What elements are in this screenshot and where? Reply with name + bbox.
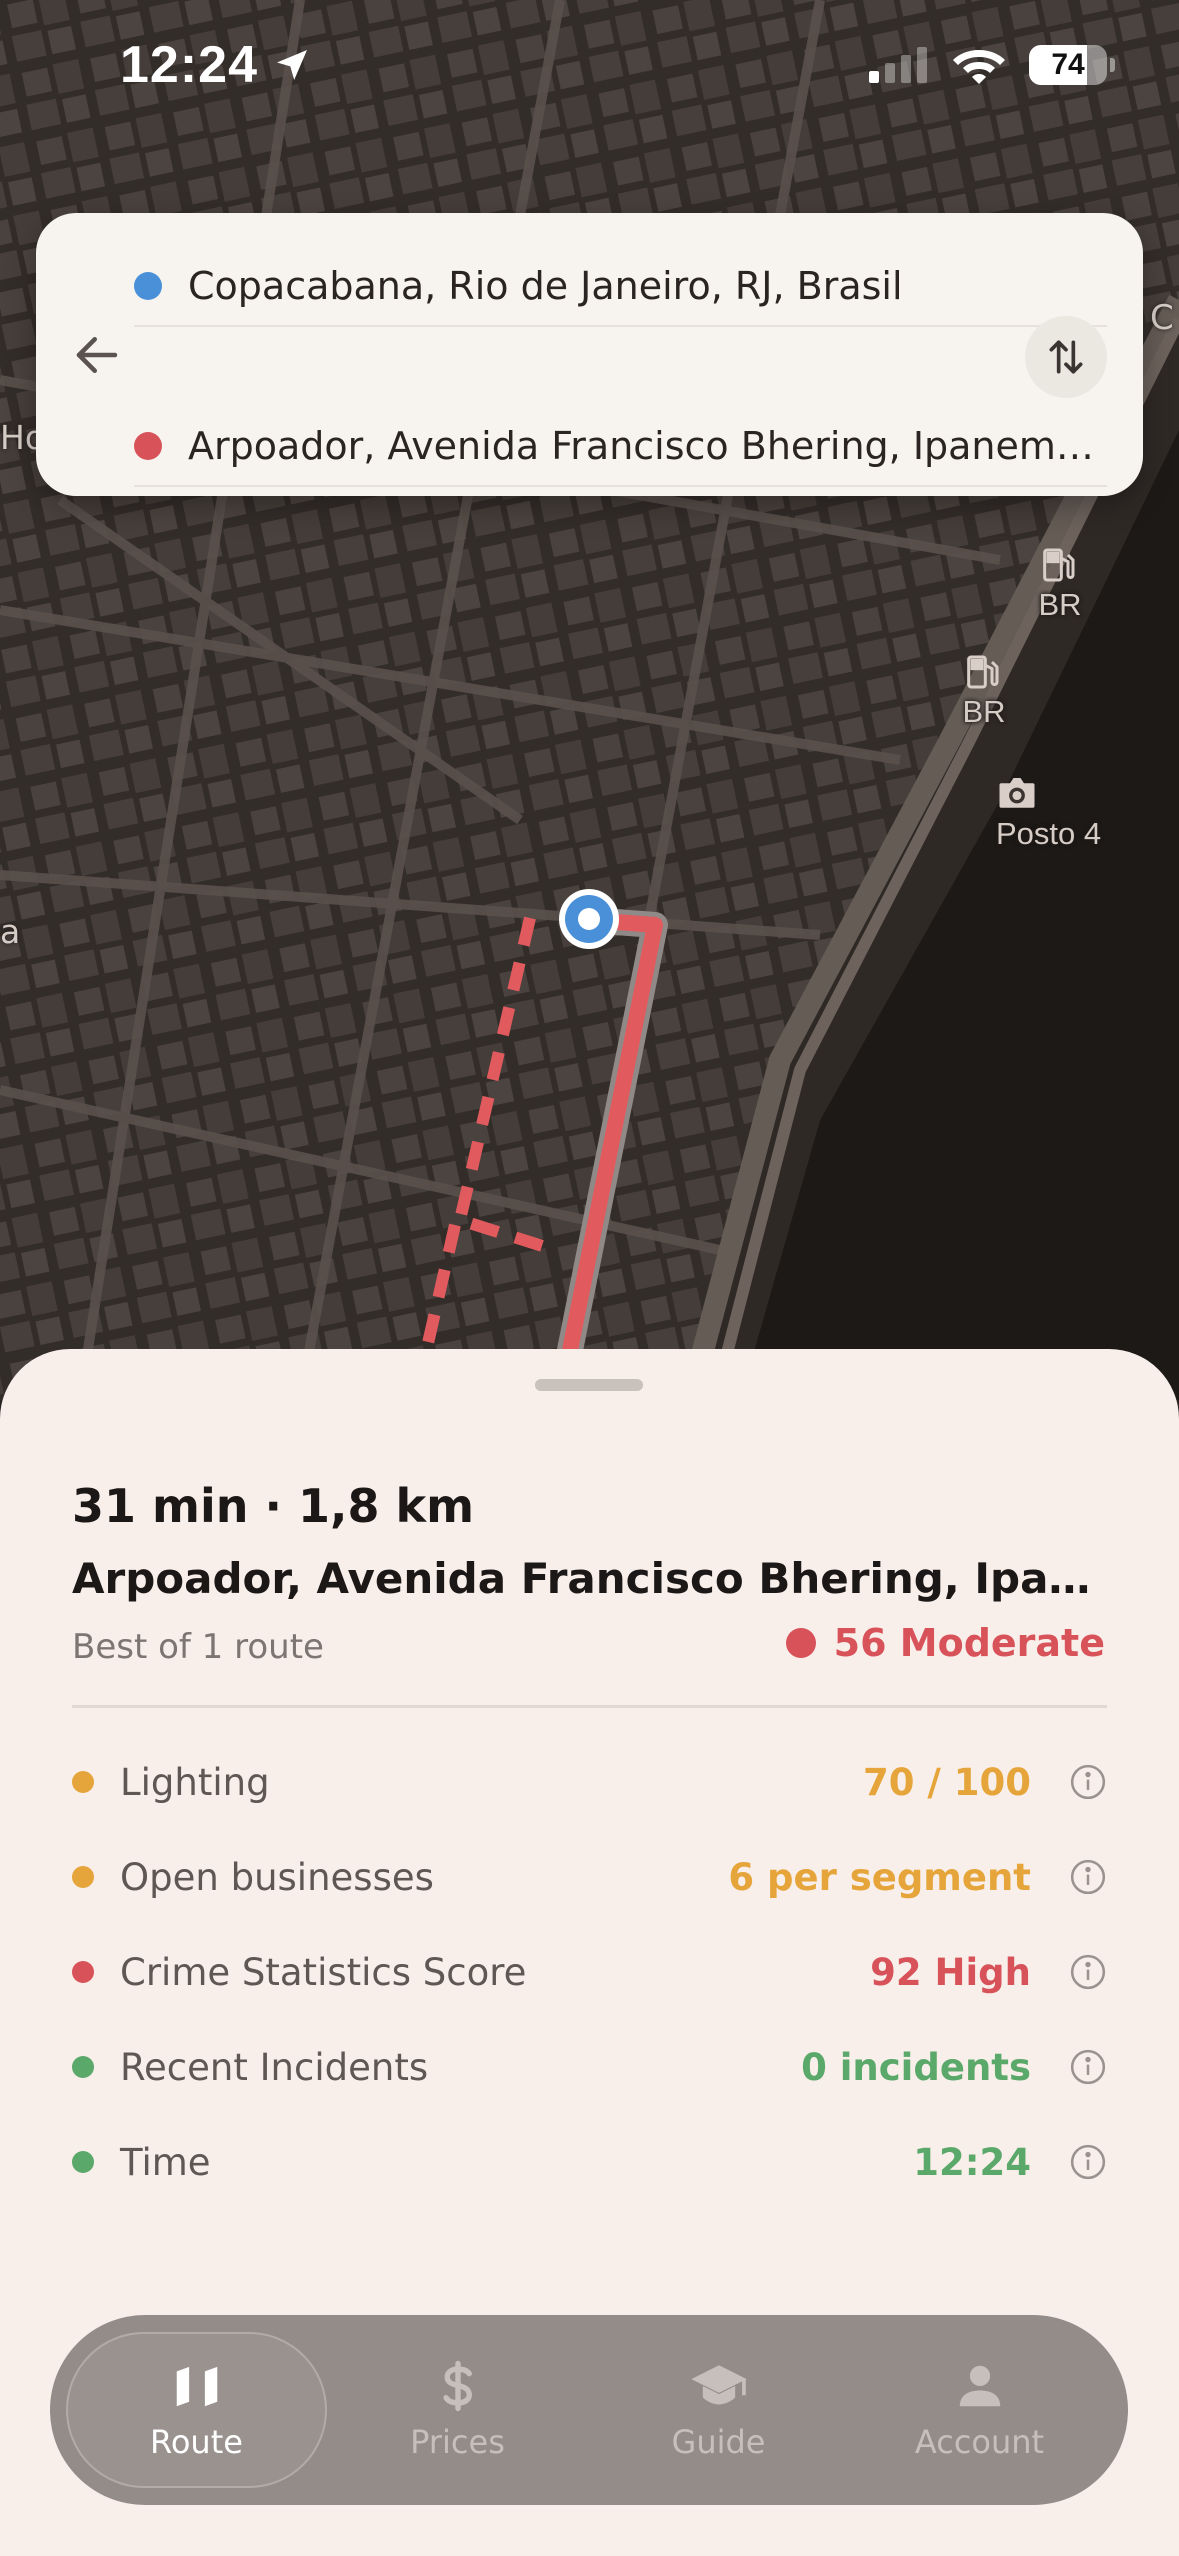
map-icon — [176, 2366, 217, 2407]
cellular-signal-icon — [869, 47, 927, 83]
safety-dot — [785, 1628, 816, 1658]
tab-label: Guide — [671, 2423, 766, 2461]
battery-indicator: 74 — [1029, 45, 1115, 85]
tab-prices[interactable]: Prices — [327, 2332, 588, 2488]
back-button[interactable] — [60, 318, 134, 392]
arrow-left-icon — [76, 337, 118, 373]
map-edge-label: a — [0, 912, 21, 951]
battery-level: 74 — [1051, 48, 1085, 81]
poi-label: Posto 4 — [996, 816, 1102, 851]
poi-label: BR — [1038, 587, 1082, 622]
camera-icon — [999, 774, 1071, 818]
map-edge-label: C — [1150, 298, 1174, 338]
route-summary: 31 min · 1,8 km — [72, 1479, 475, 1533]
metric-label: Crime Statistics Score — [120, 1950, 527, 1994]
metric-value: 6 per segment — [728, 1855, 1031, 1899]
metric-value: 70 / 100 — [863, 1760, 1031, 1804]
info-icon[interactable] — [1069, 1763, 1107, 1801]
tab-guide[interactable]: Guide — [588, 2332, 849, 2488]
route-count: Best of 1 route — [72, 1627, 324, 1667]
metric-dot — [72, 1771, 94, 1793]
origin-field[interactable]: Copacabana, Rio de Janeiro, RJ, Brasil — [134, 247, 1107, 327]
metric-value: 92 High — [870, 1950, 1031, 1994]
metric-value: 0 incidents — [801, 2045, 1031, 2089]
metric-row-recent-incidents: Recent Incidents 0 incidents — [72, 2037, 1107, 2097]
sheet-drag-handle[interactable] — [535, 1379, 643, 1391]
metric-dot — [72, 1866, 94, 1888]
metric-value: 12:24 — [913, 2140, 1031, 2184]
tab-label: Route — [150, 2423, 243, 2461]
person-icon — [959, 2365, 1000, 2407]
info-icon[interactable] — [1069, 2143, 1107, 2181]
wifi-icon — [953, 50, 1005, 84]
battery-icon: 74 — [1029, 45, 1107, 85]
fuel-pump-icon — [962, 652, 1006, 696]
clock-text: 12:24 — [120, 36, 258, 94]
map-poi-fuel[interactable]: BR — [1038, 545, 1082, 623]
info-icon[interactable] — [1069, 1858, 1107, 1896]
poi-label: BR — [962, 694, 1006, 729]
safety-score-badge: 56 Moderate — [785, 1621, 1105, 1665]
graduation-cap-icon — [690, 2365, 747, 2405]
metric-row-lighting: Lighting 70 / 100 — [72, 1752, 1107, 1812]
map-poi-fuel[interactable]: BR — [962, 652, 1006, 730]
swap-vertical-icon — [1049, 340, 1083, 374]
info-icon[interactable] — [1069, 1953, 1107, 1991]
info-icon[interactable] — [1069, 2048, 1107, 2086]
origin-dot — [134, 272, 162, 300]
divider — [72, 1705, 1107, 1708]
metric-label: Time — [120, 2140, 211, 2184]
metric-row-time: Time 12:24 — [72, 2132, 1107, 2192]
tab-label: Account — [914, 2423, 1045, 2461]
map-poi-viewpoint[interactable]: Posto 4 — [996, 774, 1101, 852]
metric-label: Recent Incidents — [120, 2045, 429, 2089]
destination-field[interactable]: Arpoador, Avenida Francisco Bhering, Ipa… — [134, 407, 1107, 487]
tab-bar: Route Prices Guide Account — [50, 2315, 1128, 2505]
metric-label: Open businesses — [120, 1855, 434, 1899]
location-arrow-icon — [277, 50, 307, 80]
tab-account[interactable]: Account — [849, 2332, 1110, 2488]
status-indicators: 74 — [867, 44, 1115, 86]
metric-row-open-businesses: Open businesses 6 per segment — [72, 1847, 1107, 1907]
metric-dot — [72, 1961, 94, 1983]
destination-dot — [134, 432, 162, 460]
swap-locations-button[interactable] — [1025, 316, 1107, 398]
safety-score-text: 56 Moderate — [833, 1621, 1105, 1665]
destination-text: Arpoador, Avenida Francisco Bhering, Ipa… — [188, 424, 1107, 468]
tab-label: Prices — [410, 2423, 505, 2461]
origin-text: Copacabana, Rio de Janeiro, RJ, Brasil — [188, 264, 903, 308]
dollar-icon — [442, 2360, 472, 2412]
map-view[interactable]: Ho C a BR BR Posto 4 — [0, 0, 1179, 1400]
metric-label: Lighting — [120, 1760, 270, 1804]
route-search-card: Copacabana, Rio de Janeiro, RJ, Brasil A… — [36, 213, 1143, 496]
metric-row-crime-score: Crime Statistics Score 92 High — [72, 1942, 1107, 2002]
fuel-pump-icon — [1038, 545, 1082, 589]
route-destination: Arpoador, Avenida Francisco Bhering, Ipa… — [72, 1554, 1112, 1603]
tab-route[interactable]: Route — [66, 2332, 327, 2488]
metric-dot — [72, 2151, 94, 2173]
status-time: 12:24 — [120, 35, 312, 95]
metric-dot — [72, 2056, 94, 2078]
status-bar: 12:24 74 — [0, 0, 1179, 130]
